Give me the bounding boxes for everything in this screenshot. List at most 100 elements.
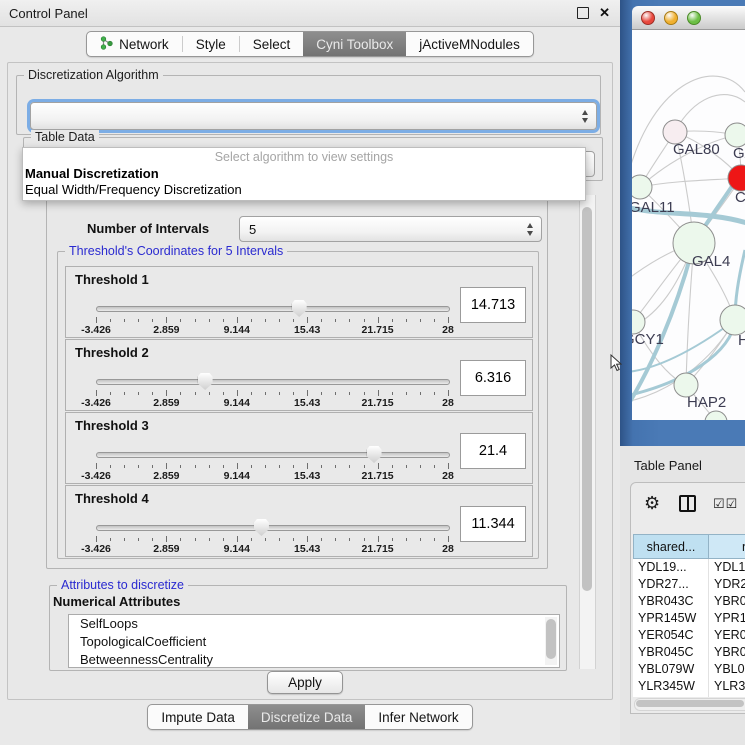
table-cell[interactable]: YBR045C — [633, 644, 709, 661]
table-cell[interactable]: YDL19... — [633, 559, 709, 576]
threshold-value[interactable]: 11.344 — [460, 506, 526, 542]
table-cell[interactable]: YER0 — [709, 627, 745, 644]
table-cell[interactable]: YPR145W — [633, 610, 709, 627]
table-cell[interactable]: YDR2 — [709, 576, 745, 593]
tab-select[interactable]: Select — [240, 32, 304, 56]
slider-thumb[interactable] — [367, 446, 382, 463]
table-cell[interactable]: YLR3 — [709, 678, 745, 695]
num-intervals-combobox[interactable]: 5 — [239, 216, 542, 242]
table-row[interactable]: YER054CYER0 — [633, 627, 745, 644]
horizontal-scrollbar[interactable] — [634, 698, 745, 711]
threshold-label: Threshold 2 — [75, 345, 149, 360]
tick-label: 2.859 — [153, 324, 179, 336]
network-window[interactable]: GAL80GACGAL11GAL4GCY1HHAP2 — [620, 0, 745, 446]
table-row[interactable]: YBR045CYBR0 — [633, 644, 745, 661]
slider-ticks — [96, 536, 448, 543]
table-row[interactable]: YDR27...YDR2 — [633, 576, 745, 593]
split-view-icon[interactable] — [679, 495, 696, 512]
table-cell[interactable]: YIL0 — [709, 695, 745, 697]
tab-cyni-toolbox[interactable]: Cyni Toolbox — [303, 32, 406, 56]
cyni-toolbox-pane: Discretization Algorithm Select algorith… — [7, 62, 613, 700]
tab-infer-network[interactable]: Infer Network — [365, 705, 471, 729]
table-cell[interactable]: YLR345W — [633, 678, 709, 695]
network-node[interactable] — [720, 305, 745, 335]
table-cell[interactable]: YIL052C — [633, 695, 709, 697]
thresholds-group: Threshold's Coordinates for 5 Intervals … — [57, 251, 539, 559]
algorithm-combobox[interactable] — [30, 102, 597, 130]
tab-jactivemnodules[interactable]: jActiveMNodules — [406, 32, 533, 56]
gear-icon[interactable]: ⚙ — [644, 493, 660, 514]
tab-network[interactable]: Network — [87, 32, 182, 56]
slider-track[interactable] — [96, 379, 450, 385]
tick-label: 21.715 — [362, 324, 394, 336]
scrollbar-thumb[interactable] — [582, 207, 592, 591]
slider-thumb[interactable] — [254, 519, 269, 536]
threshold-label: Threshold 4 — [75, 491, 149, 506]
close-icon[interactable]: ✕ — [599, 8, 610, 18]
network-canvas[interactable]: GAL80GACGAL11GAL4GCY1HHAP2 — [632, 30, 745, 420]
tick-label: 15.43 — [294, 324, 320, 336]
tab-discretize-data[interactable]: Discretize Data — [248, 705, 366, 729]
table-cell[interactable]: YDL1 — [709, 559, 745, 576]
column-header[interactable]: shared... — [633, 534, 709, 559]
algorithm-group: Discretization Algorithm — [16, 75, 601, 135]
float-window-icon[interactable] — [577, 7, 589, 19]
table-cell[interactable]: YBL0 — [709, 661, 745, 678]
network-node-label: GAL11 — [632, 199, 675, 216]
table-cell[interactable]: YER054C — [633, 627, 709, 644]
mac-zoom-icon[interactable] — [687, 11, 701, 25]
combo-arrows-icon — [580, 110, 589, 123]
slider-thumb[interactable] — [292, 300, 307, 317]
scrollbar-thumb[interactable] — [546, 619, 556, 659]
tab-impute-data[interactable]: Impute Data — [148, 705, 248, 729]
table-row[interactable]: YIL052CYIL0 — [633, 695, 745, 697]
checkbox-columns-icon[interactable]: ☑☑ — [713, 496, 738, 512]
attribute-list-item[interactable]: BetweennessCentrality — [69, 651, 559, 668]
attributes-list[interactable]: SelfLoopsTopologicalCoefficientBetweenne… — [68, 614, 560, 668]
table-cell[interactable]: YPR1 — [709, 610, 745, 627]
table-cell[interactable]: YBL079W — [633, 661, 709, 678]
tick-label: 9.144 — [224, 470, 250, 482]
slider-track[interactable] — [96, 306, 450, 312]
algorithm-option[interactable]: Manual Discretization — [23, 166, 585, 182]
threshold-value[interactable]: 14.713 — [460, 287, 526, 323]
slider-tick-labels: -3.4262.8599.14415.4321.71528 — [96, 324, 448, 336]
attribute-list-item[interactable]: TopologicalCoefficient — [69, 633, 559, 651]
mac-close-icon[interactable] — [641, 11, 655, 25]
threshold-panel: Threshold 4-3.4262.8599.14415.4321.71528… — [65, 485, 533, 557]
tick-label: 2.859 — [153, 543, 179, 555]
apply-button[interactable]: Apply — [267, 671, 343, 694]
tick-label: 15.43 — [294, 543, 320, 555]
table-cell[interactable]: YBR0 — [709, 593, 745, 610]
threshold-label: Threshold 3 — [75, 418, 149, 433]
tick-label: 9.144 — [224, 324, 250, 336]
slider-track[interactable] — [96, 452, 450, 458]
network-node[interactable] — [632, 175, 652, 199]
table-row[interactable]: YBL079WYBL0 — [633, 661, 745, 678]
network-node[interactable] — [725, 123, 745, 147]
vertical-scrollbar[interactable] — [579, 195, 596, 669]
slider-thumb[interactable] — [198, 373, 213, 390]
list-scrollbar[interactable] — [545, 617, 557, 665]
table-cell[interactable]: YDR27... — [633, 576, 709, 593]
mac-minimize-icon[interactable] — [664, 11, 678, 25]
table-row[interactable]: YPR145WYPR1 — [633, 610, 745, 627]
threshold-value[interactable]: 21.4 — [460, 433, 526, 469]
threshold-value[interactable]: 6.316 — [460, 360, 526, 396]
tab-style[interactable]: Style — [183, 32, 239, 56]
algorithm-option[interactable]: Equal Width/Frequency Discretization — [23, 182, 585, 198]
table-row[interactable]: YLR345WYLR3 — [633, 678, 745, 695]
table-cell[interactable]: YBR0 — [709, 644, 745, 661]
table-cell[interactable]: YBR043C — [633, 593, 709, 610]
network-window-titlebar[interactable] — [632, 6, 745, 30]
scrollbar-thumb[interactable] — [636, 700, 744, 707]
node-table[interactable]: shared...n YDL19...YDL1YDR27...YDR2YBR04… — [633, 534, 745, 697]
table-row[interactable]: YBR043CYBR0 — [633, 593, 745, 610]
tab-label: Impute Data — [161, 710, 235, 725]
attribute-list-item[interactable]: SelfLoops — [69, 615, 559, 633]
attributes-group-title: Attributes to discretize — [57, 578, 188, 593]
network-node-label: C — [735, 189, 745, 206]
slider-track[interactable] — [96, 525, 450, 531]
table-row[interactable]: YDL19...YDL1 — [633, 559, 745, 576]
column-header[interactable]: n — [709, 534, 745, 559]
